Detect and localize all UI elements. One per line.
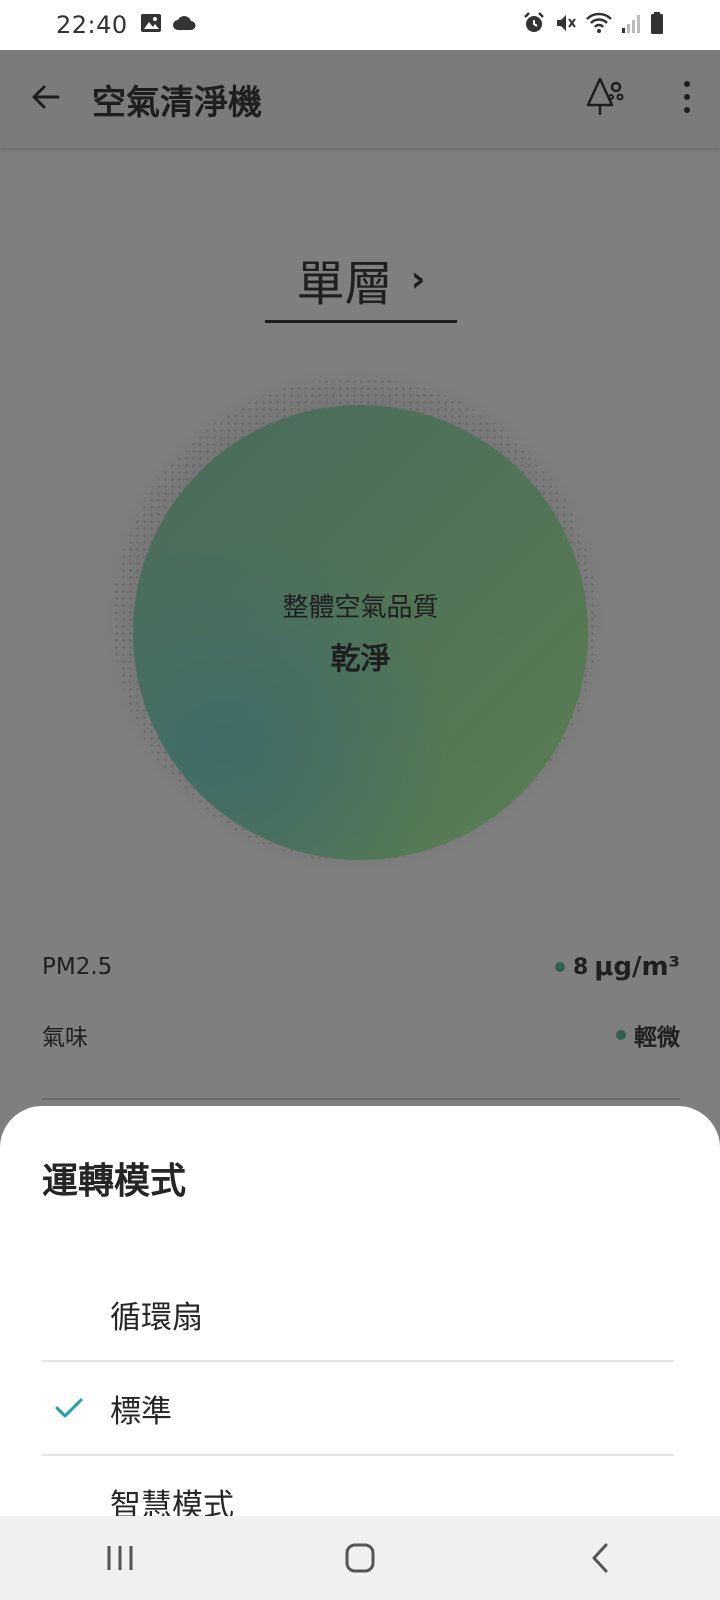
- app-bar: 空氣清淨機: [0, 50, 720, 148]
- signal-icon: [620, 12, 642, 38]
- room-selector[interactable]: 單層 ›: [265, 238, 457, 323]
- air-quality-value: 乾淨: [330, 642, 391, 677]
- sheet-title: 運轉模式: [42, 1161, 187, 1202]
- divider: [42, 1098, 680, 1100]
- option-label: 標準: [110, 1393, 172, 1430]
- operation-mode-sheet: 運轉模式 循環扇 標準 智慧模式: [0, 1106, 720, 1550]
- mute-icon: [554, 11, 578, 39]
- page-title: 空氣清淨機: [92, 82, 262, 123]
- check-icon: [42, 1396, 110, 1420]
- status-dot: [554, 962, 565, 972]
- system-nav-bar: [0, 1516, 720, 1600]
- air-quality-label: 整體空氣品質: [282, 593, 439, 623]
- metric-name: PM2.5: [42, 954, 113, 980]
- room-name: 單層: [296, 256, 393, 312]
- chevron-right-icon: ›: [410, 258, 426, 300]
- metric-row-pm25: PM2.5 8 μg/m³: [42, 952, 680, 982]
- recent-apps-icon[interactable]: [80, 1528, 160, 1588]
- home-icon[interactable]: [320, 1528, 400, 1588]
- air-quality-circle: 整體空氣品質 乾淨: [133, 405, 588, 860]
- gallery-icon: [140, 13, 162, 37]
- mode-option-standard[interactable]: 標準: [42, 1362, 674, 1456]
- metric-unit: μg/m³: [594, 952, 680, 982]
- status-bar: 22:40: [0, 0, 720, 50]
- status-dot: [616, 1030, 626, 1040]
- mode-option-fan[interactable]: 循環扇: [42, 1268, 674, 1362]
- option-label: 循環扇: [110, 1299, 203, 1336]
- back-icon[interactable]: [560, 1528, 640, 1588]
- alarm-icon: [522, 11, 546, 39]
- more-options-icon[interactable]: [682, 79, 692, 119]
- status-time: 22:40: [56, 11, 128, 39]
- metric-row-odor: 氣味 輕微: [42, 1018, 680, 1052]
- tree-icon[interactable]: [582, 75, 626, 123]
- metric-value: 輕微: [634, 1025, 680, 1051]
- metric-name: 氣味: [42, 1025, 88, 1051]
- wifi-icon: [586, 12, 612, 38]
- battery-icon: [650, 11, 664, 39]
- metric-value: 8: [572, 954, 589, 980]
- cloud-icon: [172, 15, 196, 35]
- back-arrow-icon[interactable]: [28, 79, 64, 119]
